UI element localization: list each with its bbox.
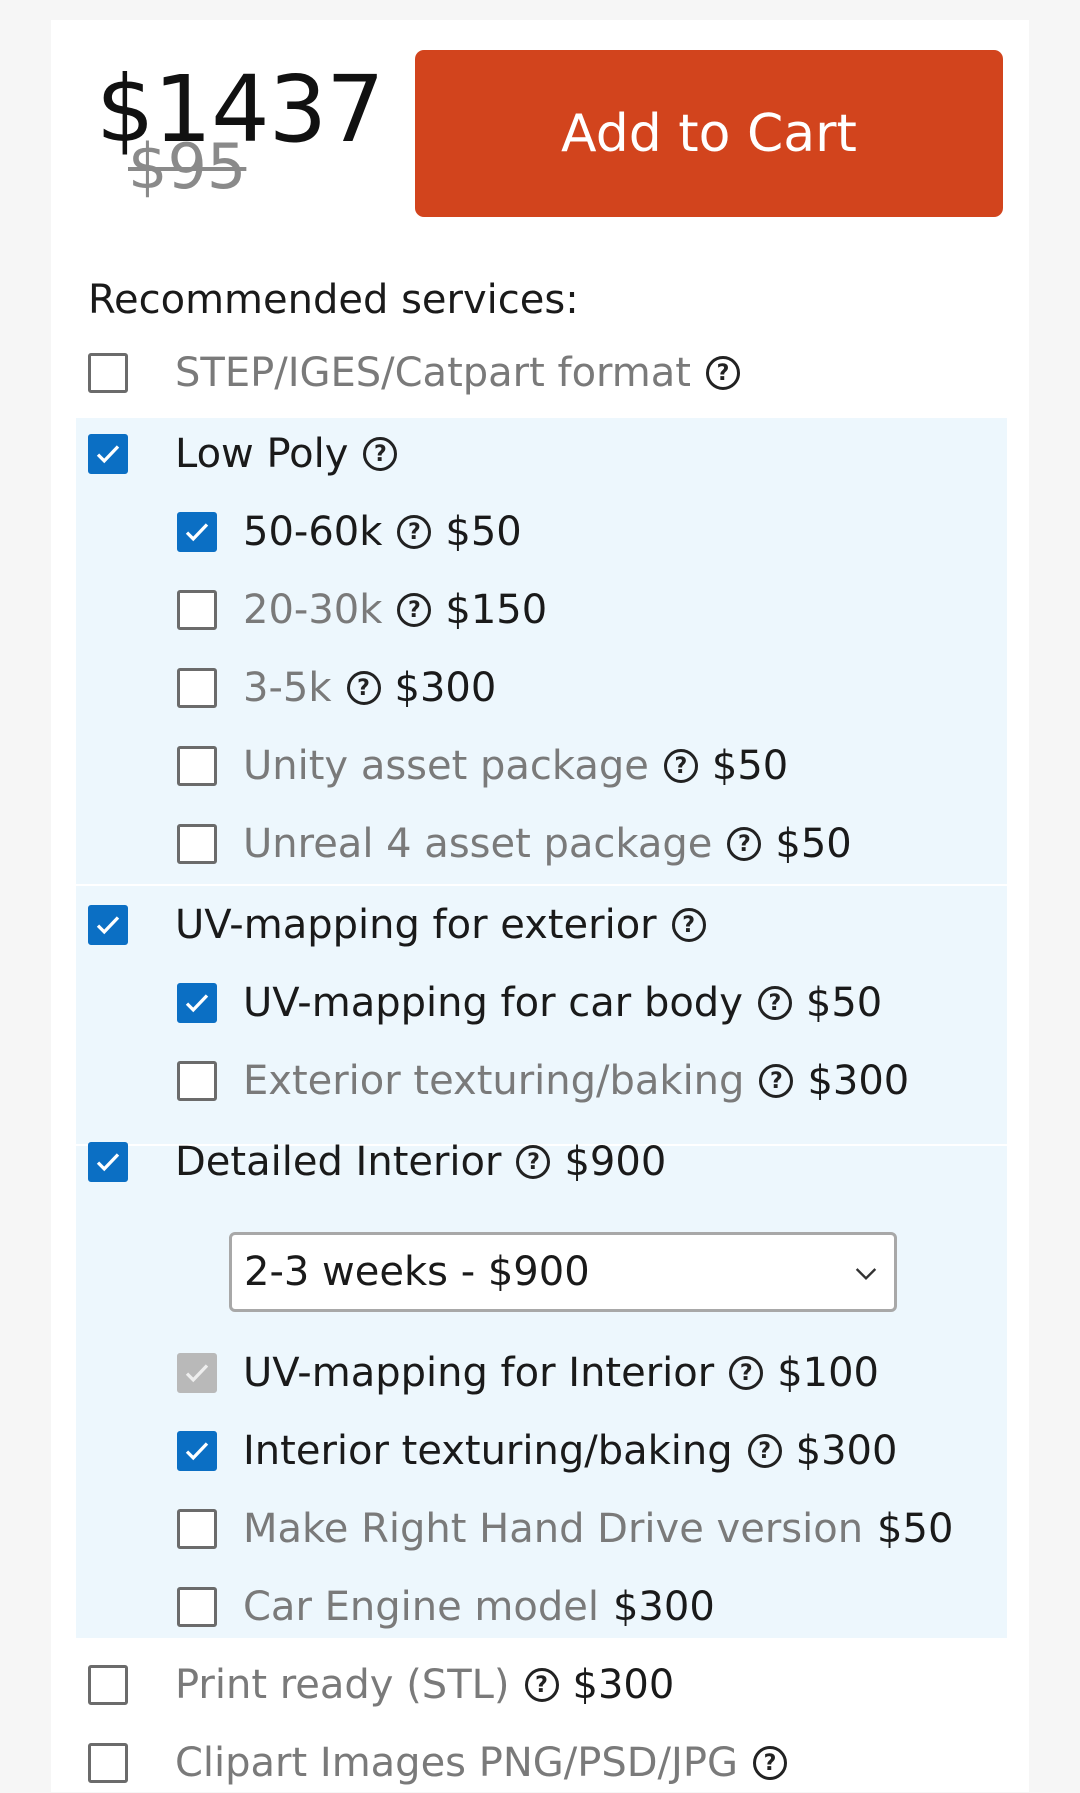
service-label: Unity asset package	[243, 743, 649, 789]
service-label: 50-60k	[243, 509, 383, 555]
service-label: Interior texturing/baking	[243, 1428, 733, 1474]
service-low-poly[interactable]: Low Poly ?	[88, 424, 398, 484]
old-price: $95	[128, 130, 247, 203]
service-label: Make Right Hand Drive version	[243, 1506, 864, 1552]
checkbox[interactable]	[88, 1665, 128, 1705]
chevron-down-icon	[855, 1268, 877, 1281]
help-icon[interactable]: ?	[747, 1434, 782, 1468]
checkbox[interactable]	[177, 1509, 217, 1549]
help-icon[interactable]: ?	[516, 1145, 551, 1179]
service-uv-car-body[interactable]: UV-mapping for car body ? $50	[177, 973, 882, 1033]
checkbox[interactable]	[88, 353, 128, 393]
checkmark-icon	[96, 1153, 120, 1172]
service-step-iges[interactable]: STEP/IGES/Catpart format ?	[88, 343, 740, 403]
service-label: UV-mapping for exterior	[175, 902, 657, 948]
checkbox[interactable]	[177, 1431, 217, 1471]
checkbox[interactable]	[177, 1061, 217, 1101]
service-price: $300	[795, 1428, 898, 1474]
service-uv-interior[interactable]: UV-mapping for Interior ? $100	[177, 1343, 879, 1403]
service-label: Low Poly	[175, 431, 349, 477]
service-price: $300	[807, 1058, 910, 1104]
help-icon[interactable]: ?	[727, 827, 762, 861]
interior-duration-select[interactable]: 2-3 weeks - $900	[229, 1232, 897, 1312]
service-rhd-version[interactable]: Make Right Hand Drive version $50	[177, 1499, 953, 1559]
help-icon[interactable]: ?	[663, 749, 698, 783]
checkbox[interactable]	[88, 1743, 128, 1783]
service-unity-asset[interactable]: Unity asset package ? $50	[177, 736, 788, 796]
service-price: $100	[777, 1350, 879, 1396]
service-label: Unreal 4 asset package	[243, 821, 713, 867]
service-price: $300	[394, 665, 497, 711]
help-icon[interactable]: ?	[346, 671, 381, 705]
help-icon[interactable]: ?	[363, 437, 398, 471]
checkbox[interactable]	[88, 905, 128, 945]
checkmark-icon	[185, 1364, 209, 1383]
checkbox	[177, 1353, 217, 1393]
service-label: Exterior texturing/baking	[243, 1058, 745, 1104]
service-exterior-texturing[interactable]: Exterior texturing/baking ? $300	[177, 1051, 909, 1111]
service-20-30k[interactable]: 20-30k ? $150	[177, 580, 547, 640]
service-price: $300	[612, 1584, 715, 1630]
help-icon[interactable]: ?	[759, 1064, 794, 1098]
help-icon[interactable]: ?	[397, 593, 432, 627]
service-price: $50	[711, 743, 789, 789]
service-print-ready[interactable]: Print ready (STL) ? $300	[88, 1655, 674, 1715]
service-car-engine[interactable]: Car Engine model $300	[177, 1577, 715, 1637]
service-label: STEP/IGES/Catpart format	[175, 350, 691, 396]
checkbox[interactable]	[177, 512, 217, 552]
checkbox[interactable]	[177, 746, 217, 786]
help-icon[interactable]: ?	[705, 356, 740, 390]
service-label: Print ready (STL)	[175, 1662, 510, 1708]
help-icon[interactable]: ?	[757, 986, 792, 1020]
service-3-5k[interactable]: 3-5k ? $300	[177, 658, 496, 718]
checkmark-icon	[185, 1442, 209, 1461]
checkmark-icon	[96, 916, 120, 935]
service-price: $50	[877, 1506, 954, 1552]
help-icon[interactable]: ?	[729, 1356, 764, 1390]
service-price: $50	[445, 509, 522, 555]
services-title: Recommended services:	[88, 277, 579, 323]
service-price: $50	[775, 821, 852, 867]
checkmark-icon	[96, 445, 120, 464]
service-price: $300	[572, 1662, 675, 1708]
product-purchase-panel: $1437 $95 Add to Cart Recommended servic…	[51, 20, 1029, 1792]
service-interior-texturing[interactable]: Interior texturing/baking ? $300	[177, 1421, 897, 1481]
service-price: $150	[445, 587, 548, 633]
checkbox[interactable]	[88, 1142, 128, 1182]
help-icon[interactable]: ?	[397, 515, 432, 549]
add-to-cart-button[interactable]: Add to Cart	[415, 50, 1003, 217]
service-label: 20-30k	[243, 587, 383, 633]
checkbox[interactable]	[177, 590, 217, 630]
help-icon[interactable]: ?	[752, 1746, 787, 1780]
service-label: 3-5k	[243, 665, 332, 711]
service-label: Clipart Images PNG/PSD/JPG	[175, 1740, 738, 1786]
service-clipart-images[interactable]: Clipart Images PNG/PSD/JPG ?	[88, 1733, 787, 1793]
checkbox[interactable]	[88, 434, 128, 474]
service-label: Car Engine model	[243, 1584, 599, 1630]
checkmark-icon	[185, 994, 209, 1013]
service-unreal-asset[interactable]: Unreal 4 asset package ? $50	[177, 814, 852, 874]
service-price: $900	[564, 1139, 667, 1185]
checkmark-icon	[185, 523, 209, 542]
checkbox[interactable]	[177, 1587, 217, 1627]
help-icon[interactable]: ?	[671, 908, 706, 942]
service-uv-exterior[interactable]: UV-mapping for exterior ?	[88, 895, 706, 955]
service-detailed-interior[interactable]: Detailed Interior ? $900	[88, 1132, 666, 1192]
service-50-60k[interactable]: 50-60k ? $50	[177, 502, 522, 562]
service-label: UV-mapping for car body	[243, 980, 743, 1026]
select-value: 2-3 weeks - $900	[244, 1249, 590, 1295]
help-icon[interactable]: ?	[524, 1668, 559, 1702]
service-label: UV-mapping for Interior	[243, 1350, 715, 1396]
checkbox[interactable]	[177, 668, 217, 708]
service-price: $50	[805, 980, 883, 1026]
service-label: Detailed Interior	[175, 1139, 502, 1185]
checkbox[interactable]	[177, 983, 217, 1023]
checkbox[interactable]	[177, 824, 217, 864]
